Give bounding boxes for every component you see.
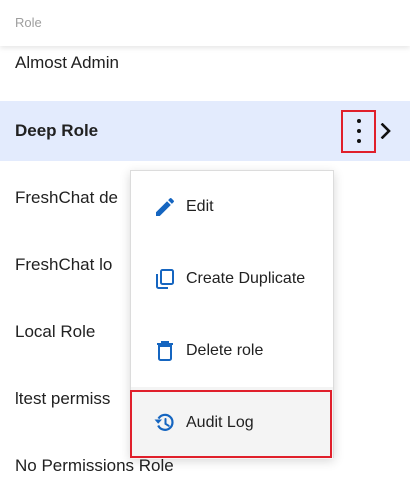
menu-item-edit[interactable]: Edit	[131, 171, 333, 243]
history-icon	[154, 413, 174, 431]
kebab-dot	[357, 139, 361, 143]
column-header-role: Role	[15, 15, 42, 30]
menu-item-audit-log[interactable]: Audit Log	[131, 387, 333, 459]
chevron-right-icon[interactable]	[380, 123, 392, 139]
role-name: FreshChat lo	[15, 255, 113, 274]
menu-item-label: Delete role	[186, 342, 264, 359]
kebab-dot	[357, 129, 361, 133]
table-header: Role	[0, 0, 410, 46]
kebab-dot	[357, 119, 361, 123]
role-name: Local Role	[15, 322, 96, 341]
copy-icon	[156, 269, 174, 289]
menu-item-create-duplicate[interactable]: Create Duplicate	[131, 243, 333, 315]
role-name: Deep Role	[15, 121, 99, 140]
role-name: No Permissions Role	[15, 456, 174, 475]
menu-item-delete-role[interactable]: Delete role	[131, 315, 333, 387]
trash-icon	[157, 341, 173, 361]
role-name: FreshChat de	[15, 188, 118, 207]
more-vert-icon[interactable]	[341, 110, 376, 153]
menu-item-label: Edit	[186, 198, 214, 215]
menu-item-label: Audit Log	[186, 414, 254, 431]
pencil-icon	[156, 197, 175, 216]
menu-item-label: Create Duplicate	[186, 270, 306, 287]
role-context-menu: Edit Create Duplicate Delete role Audit …	[130, 170, 334, 459]
role-name: Almost Admin	[15, 53, 119, 72]
role-name: ltest permiss	[15, 389, 111, 408]
